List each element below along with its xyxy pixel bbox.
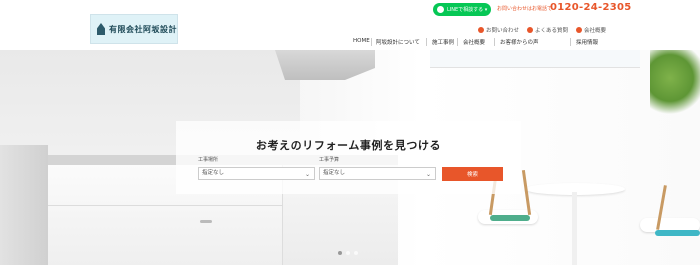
nav-divider	[570, 38, 571, 46]
nav-divider	[457, 38, 458, 46]
slider-dot[interactable]	[346, 251, 350, 255]
range-hood-image	[275, 50, 375, 80]
nav-recruit[interactable]: 採用情報	[576, 38, 598, 48]
budget-select-value: 指定なし	[323, 170, 346, 176]
company-logo[interactable]: 有限会社阿坂設計	[90, 14, 178, 44]
nav-divider	[371, 38, 372, 46]
location-label: 工事場所	[198, 157, 219, 163]
plant-image	[650, 50, 700, 120]
chevron-down-icon: ⌄	[425, 171, 431, 178]
kitchen-side-panel	[0, 145, 48, 265]
util-link-label: よくある質問	[535, 28, 569, 34]
page: 有限会社阿坂設計 LINEで相談する ▾ お問い合わせはお電話で 0120-24…	[0, 0, 700, 265]
tel-note: お問い合わせはお電話で	[497, 6, 553, 12]
question-icon	[527, 27, 533, 33]
budget-label: 工事予算	[319, 157, 340, 163]
search-title: お考えのリフォーム事例を見つける	[255, 139, 442, 152]
nav-home[interactable]: HOME	[353, 38, 370, 48]
util-link-company[interactable]: 会社概要	[576, 26, 606, 34]
chair-seat	[655, 230, 700, 236]
mail-icon	[478, 27, 484, 33]
hero-window	[430, 50, 640, 68]
location-select[interactable]: 指定なし ⌄	[198, 167, 315, 180]
site-header: 有限会社阿坂設計 LINEで相談する ▾ お問い合わせはお電話で 0120-24…	[0, 0, 700, 50]
util-link-faq[interactable]: よくある質問	[527, 26, 568, 34]
search-button[interactable]: 検索	[442, 167, 503, 181]
slider-dot[interactable]	[354, 251, 358, 255]
slider-dot[interactable]	[338, 251, 342, 255]
util-link-label: お問い合わせ	[486, 28, 520, 34]
util-link-label: 会社概要	[584, 28, 607, 34]
util-link-contact[interactable]: お問い合わせ	[478, 26, 519, 34]
line-button-label: LINEで相談する ▾	[447, 7, 488, 13]
chair-leg	[521, 170, 532, 215]
case-search-panel: お考えのリフォーム事例を見つける 工事場所 工事予算	[176, 121, 521, 194]
nav-divider	[494, 38, 495, 46]
slider-dots	[338, 251, 358, 255]
nav-divider	[426, 38, 427, 46]
chevron-down-icon: ⌄	[304, 171, 310, 178]
chair-seat	[490, 215, 530, 221]
line-consult-button[interactable]: LINEで相談する ▾	[433, 3, 491, 16]
house-icon	[97, 23, 105, 35]
location-select-value: 指定なし	[202, 170, 225, 176]
nav-voice[interactable]: お客様からの声	[500, 38, 539, 48]
nav-company[interactable]: 会社概要	[463, 38, 485, 48]
cabinet-handle	[200, 220, 212, 223]
line-icon	[437, 6, 444, 13]
nav-about[interactable]: 阿坂設計について	[376, 38, 420, 48]
tel-number[interactable]: 0120-24-2305	[550, 2, 631, 13]
nav-works[interactable]: 施工事例	[432, 38, 454, 48]
table-leg	[572, 192, 577, 265]
budget-select[interactable]: 指定なし ⌄	[319, 167, 436, 180]
building-icon	[576, 27, 582, 33]
logo-text: 有限会社阿坂設計	[109, 24, 177, 34]
